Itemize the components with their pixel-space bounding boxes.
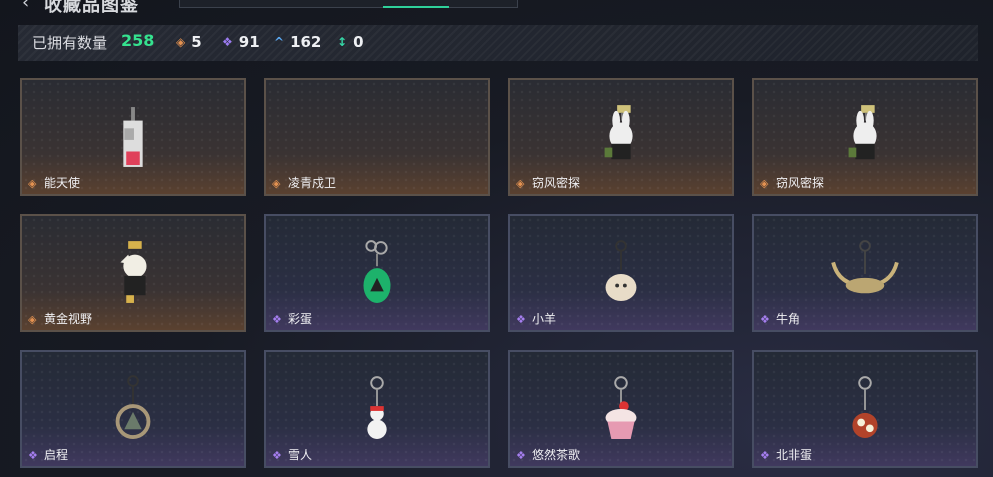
owned-label: 已拥有数量 (32, 34, 108, 52)
collection-card[interactable]: ❖ 雪人 (264, 350, 490, 468)
owned-count: 258 (121, 31, 155, 50)
stat-value: 5 (191, 33, 202, 51)
blue-chevron-icon: ^ (274, 35, 285, 49)
purple-diamond-icon: ❖ (222, 35, 233, 49)
collection-card[interactable]: ◈ 凌青戍卫 (264, 78, 490, 196)
card-name: 彩蛋 (288, 312, 313, 326)
card-name: 北非蛋 (776, 448, 813, 462)
page-title: 收藏品图鉴 (44, 0, 139, 16)
tab-bar[interactable] (179, 0, 518, 8)
purple-rarity-icon: ❖ (760, 313, 770, 326)
card-name: 启程 (44, 448, 69, 462)
collection-card[interactable]: ❖ 牛角 (752, 214, 978, 332)
card-name: 窃风密探 (776, 176, 825, 190)
purple-rarity-icon: ❖ (516, 313, 526, 326)
card-name: 能天使 (44, 176, 81, 190)
collection-card[interactable]: ❖ 悠然茶歌 (508, 350, 734, 468)
orange-rarity-icon: ◈ (272, 177, 281, 190)
stat-orange: ◈ 5 (176, 33, 202, 51)
purple-rarity-icon: ❖ (516, 449, 526, 462)
stat-purple: ❖ 91 (222, 33, 260, 51)
stat-teal: ↕ 0 (337, 33, 364, 51)
card-name: 黄金视野 (44, 312, 93, 326)
owned-stats-bar: 已拥有数量 258 ◈ 5 ❖ 91 ^ 162 ↕ 0 (18, 25, 978, 61)
collection-card[interactable]: ◈ 窃风密探 (508, 78, 734, 196)
top-bar: ‹ 收藏品图鉴 (0, 0, 993, 22)
stat-value: 162 (290, 33, 322, 51)
purple-rarity-icon: ❖ (28, 449, 38, 462)
stat-blue: ^ 162 (274, 33, 321, 51)
active-tab-indicator (383, 6, 449, 8)
card-name: 牛角 (776, 312, 801, 326)
collection-card[interactable]: ◈ 黄金视野 (20, 214, 246, 332)
collection-card[interactable]: ❖ 彩蛋 (264, 214, 490, 332)
collection-card[interactable]: ❖ 启程 (20, 350, 246, 468)
card-name: 窃风密探 (532, 176, 581, 190)
stat-value: 91 (238, 33, 260, 51)
purple-rarity-icon: ❖ (272, 313, 282, 326)
orange-rarity-icon: ◈ (760, 177, 769, 190)
collection-card[interactable]: ◈ 能天使 (20, 78, 246, 196)
teal-arrows-icon: ↕ (337, 35, 348, 49)
collection-card[interactable]: ◈ 窃风密探 (752, 78, 978, 196)
card-name: 凌青戍卫 (288, 176, 337, 190)
purple-rarity-icon: ❖ (272, 449, 282, 462)
collection-card[interactable]: ❖ 北非蛋 (752, 350, 978, 468)
stat-value: 0 (353, 33, 364, 51)
back-arrow-icon[interactable]: ‹ (22, 0, 29, 13)
orange-rarity-icon: ◈ (28, 177, 37, 190)
purple-rarity-icon: ❖ (760, 449, 770, 462)
orange-diamond-icon: ◈ (176, 35, 186, 49)
collection-card[interactable]: ❖ 小羊 (508, 214, 734, 332)
orange-rarity-icon: ◈ (28, 313, 37, 326)
card-name: 小羊 (532, 312, 557, 326)
orange-rarity-icon: ◈ (516, 177, 525, 190)
card-name: 雪人 (288, 448, 313, 462)
card-name: 悠然茶歌 (532, 448, 581, 462)
